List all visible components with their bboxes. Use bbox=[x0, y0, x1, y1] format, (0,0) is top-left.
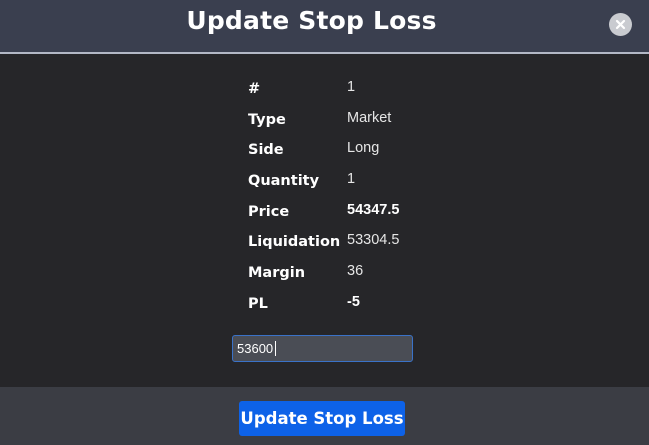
dialog-header: Update Stop Loss bbox=[0, 0, 649, 54]
detail-label: # bbox=[248, 81, 261, 97]
detail-value: 1 bbox=[347, 171, 356, 188]
detail-label: Liquidation bbox=[248, 234, 341, 251]
detail-row-side: Side Long bbox=[248, 137, 488, 168]
dialog-title: Update Stop Loss bbox=[186, 6, 437, 35]
stop-loss-input[interactable] bbox=[232, 335, 413, 362]
detail-value: Market bbox=[347, 109, 392, 126]
detail-row-pl: PL -5 bbox=[248, 291, 488, 322]
detail-label: Margin bbox=[248, 265, 306, 282]
detail-value: 53304.5 bbox=[347, 232, 400, 249]
update-stop-loss-button[interactable]: Update Stop Loss bbox=[239, 401, 405, 436]
update-stop-loss-dialog: Update Stop Loss # 1 Type Market Side Lo… bbox=[0, 0, 649, 445]
detail-value: 54347.5 bbox=[347, 201, 400, 218]
detail-row-margin: Margin 36 bbox=[248, 260, 488, 291]
detail-row-type: Type Market bbox=[248, 107, 488, 138]
detail-row-number: # 1 bbox=[248, 76, 488, 107]
detail-value: Long bbox=[347, 140, 380, 157]
dialog-footer: Update Stop Loss bbox=[0, 387, 649, 445]
detail-value: -5 bbox=[347, 293, 360, 310]
position-details: # 1 Type Market Side Long Quantity 1 Pri… bbox=[248, 76, 488, 322]
close-icon bbox=[615, 19, 626, 30]
detail-label: PL bbox=[248, 295, 268, 312]
detail-label: Price bbox=[248, 203, 290, 220]
detail-label: Side bbox=[248, 142, 284, 159]
close-button[interactable] bbox=[609, 13, 632, 36]
detail-label: Type bbox=[248, 111, 286, 128]
detail-row-price: Price 54347.5 bbox=[248, 199, 488, 230]
detail-label: Quantity bbox=[248, 173, 320, 190]
detail-row-liquidation: Liquidation 53304.5 bbox=[248, 229, 488, 260]
text-cursor bbox=[275, 341, 276, 356]
detail-row-quantity: Quantity 1 bbox=[248, 168, 488, 199]
detail-value: 36 bbox=[347, 263, 364, 280]
detail-value: 1 bbox=[347, 79, 356, 95]
